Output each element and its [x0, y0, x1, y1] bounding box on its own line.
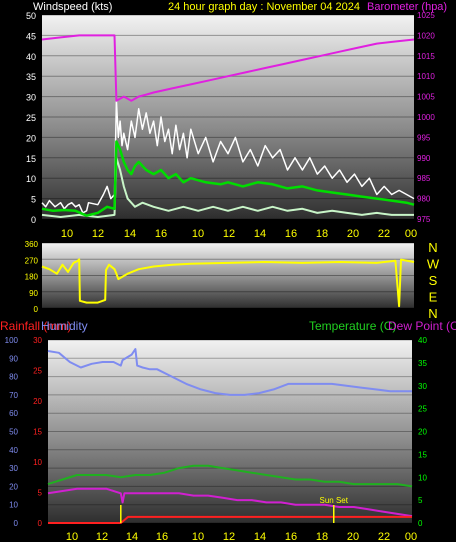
barometer-tick-label: 980	[417, 195, 431, 204]
x-tick-label: 10	[192, 531, 204, 542]
temperature-tick-label: 5	[418, 496, 423, 505]
x-tick-label: 20	[347, 531, 359, 542]
x-tick-label: 12	[92, 228, 104, 240]
temperature-tick-label: 35	[418, 359, 427, 368]
humidity-tick-label: 10	[9, 501, 18, 510]
compass-label: W	[427, 257, 440, 272]
x-tick-label: 12	[223, 531, 235, 542]
x-tick-label: 18	[316, 228, 328, 240]
compass-label: N	[428, 240, 437, 255]
weather-graph: 0510152025303540455097598098599099510001…	[0, 1, 456, 542]
x-tick-label: 12	[96, 531, 108, 542]
barometer-tick-label: 995	[417, 133, 431, 142]
humidity-tick-label: 20	[9, 482, 18, 491]
temperature-tick-label: 25	[418, 405, 427, 414]
temperature-tick-label: 0	[418, 519, 423, 528]
temperature-tick-label: 20	[418, 428, 427, 437]
x-tick-label: 10	[66, 531, 78, 542]
x-tick-label: 00	[405, 531, 417, 542]
humidity-tick-label: 70	[9, 391, 18, 400]
rainfall-tick-label: 5	[38, 489, 43, 498]
windspeed-tick-label: 40	[26, 52, 36, 62]
direction-tick-label: 180	[25, 273, 39, 282]
x-tick-label: 10	[61, 228, 73, 240]
direction-tick-label: 270	[25, 256, 39, 265]
x-tick-label: 16	[285, 531, 297, 542]
x-tick-label: 14	[124, 228, 136, 240]
windspeed-tick-label: 25	[26, 113, 36, 123]
rainfall-tick-label: 10	[33, 458, 42, 467]
direction-tick-label: 90	[29, 289, 38, 298]
humidity-tick-label: 80	[9, 373, 18, 382]
barometer-tick-label: 1005	[417, 93, 435, 102]
x-tick-label: 18	[316, 531, 328, 542]
temperature-tick-label: 30	[418, 382, 427, 391]
x-tick-label: 10	[192, 228, 204, 240]
windspeed-tick-label: 35	[26, 72, 36, 82]
humidity-tick-label: 100	[5, 336, 19, 345]
humidity-tick-label: 30	[9, 464, 18, 473]
x-tick-label: 22	[378, 531, 390, 542]
windspeed-tick-label: 10	[26, 174, 36, 184]
chart-title: 24 hour graph day : November 04 2024	[168, 1, 360, 13]
windspeed-tick-label: 30	[26, 93, 36, 103]
direction-tick-label: 0	[34, 305, 39, 314]
x-tick-label: 00	[405, 228, 417, 240]
temperature-axis-title: Temperature (C)	[309, 319, 396, 333]
humidity-tick-label: 60	[9, 409, 18, 418]
x-tick-label: 16	[155, 228, 167, 240]
temperature-tick-label: 40	[418, 336, 427, 345]
windspeed-tick-label: 15	[26, 154, 36, 164]
barometer-tick-label: 975	[417, 215, 431, 224]
rainfall-tick-label: 15	[33, 428, 42, 437]
barometer-tick-label: 1020	[417, 31, 435, 40]
humidity-tick-label: 0	[14, 519, 19, 528]
sunset-label: Sun Set	[320, 496, 349, 505]
x-tick-label: 16	[156, 531, 168, 542]
x-tick-label: 22	[378, 228, 390, 240]
windspeed-tick-label: 5	[31, 195, 36, 205]
barometer-axis-title: Barometer (hpa)	[367, 1, 447, 13]
temperature-tick-label: 15	[418, 450, 427, 459]
windspeed-axis-title: Windspeed (kts)	[33, 1, 112, 13]
direction-tick-label: 360	[25, 240, 39, 249]
windspeed-tick-label: 20	[26, 133, 36, 143]
compass-label: E	[429, 290, 438, 305]
x-tick-label: 16	[285, 228, 297, 240]
x-tick-label: 14	[126, 531, 138, 542]
humidity-tick-label: 40	[9, 446, 18, 455]
humidity-axis-title: Humidity	[41, 319, 88, 333]
x-tick-label: 20	[347, 228, 359, 240]
rainfall-tick-label: 25	[33, 367, 42, 376]
barometer-tick-label: 1000	[417, 113, 435, 122]
humidity-tick-label: 90	[9, 354, 18, 363]
x-tick-label: 14	[254, 531, 266, 542]
barometer-tick-label: 1010	[417, 72, 435, 81]
barometer-tick-label: 990	[417, 154, 431, 163]
temperature-tick-label: 10	[418, 473, 427, 482]
rainfall-tick-label: 30	[33, 336, 42, 345]
windspeed-tick-label: 0	[31, 215, 36, 225]
windspeed-tick-label: 45	[26, 31, 36, 41]
x-tick-label: 12	[223, 228, 235, 240]
barometer-tick-label: 1015	[417, 52, 435, 61]
compass-label: S	[429, 273, 438, 288]
x-tick-label: 14	[254, 228, 266, 240]
barometer-tick-label: 985	[417, 174, 431, 183]
rainfall-tick-label: 0	[38, 519, 43, 528]
humidity-tick-label: 50	[9, 428, 18, 437]
rainfall-tick-label: 20	[33, 397, 42, 406]
dew-point-axis-title: Dew Point (C)	[388, 319, 456, 333]
